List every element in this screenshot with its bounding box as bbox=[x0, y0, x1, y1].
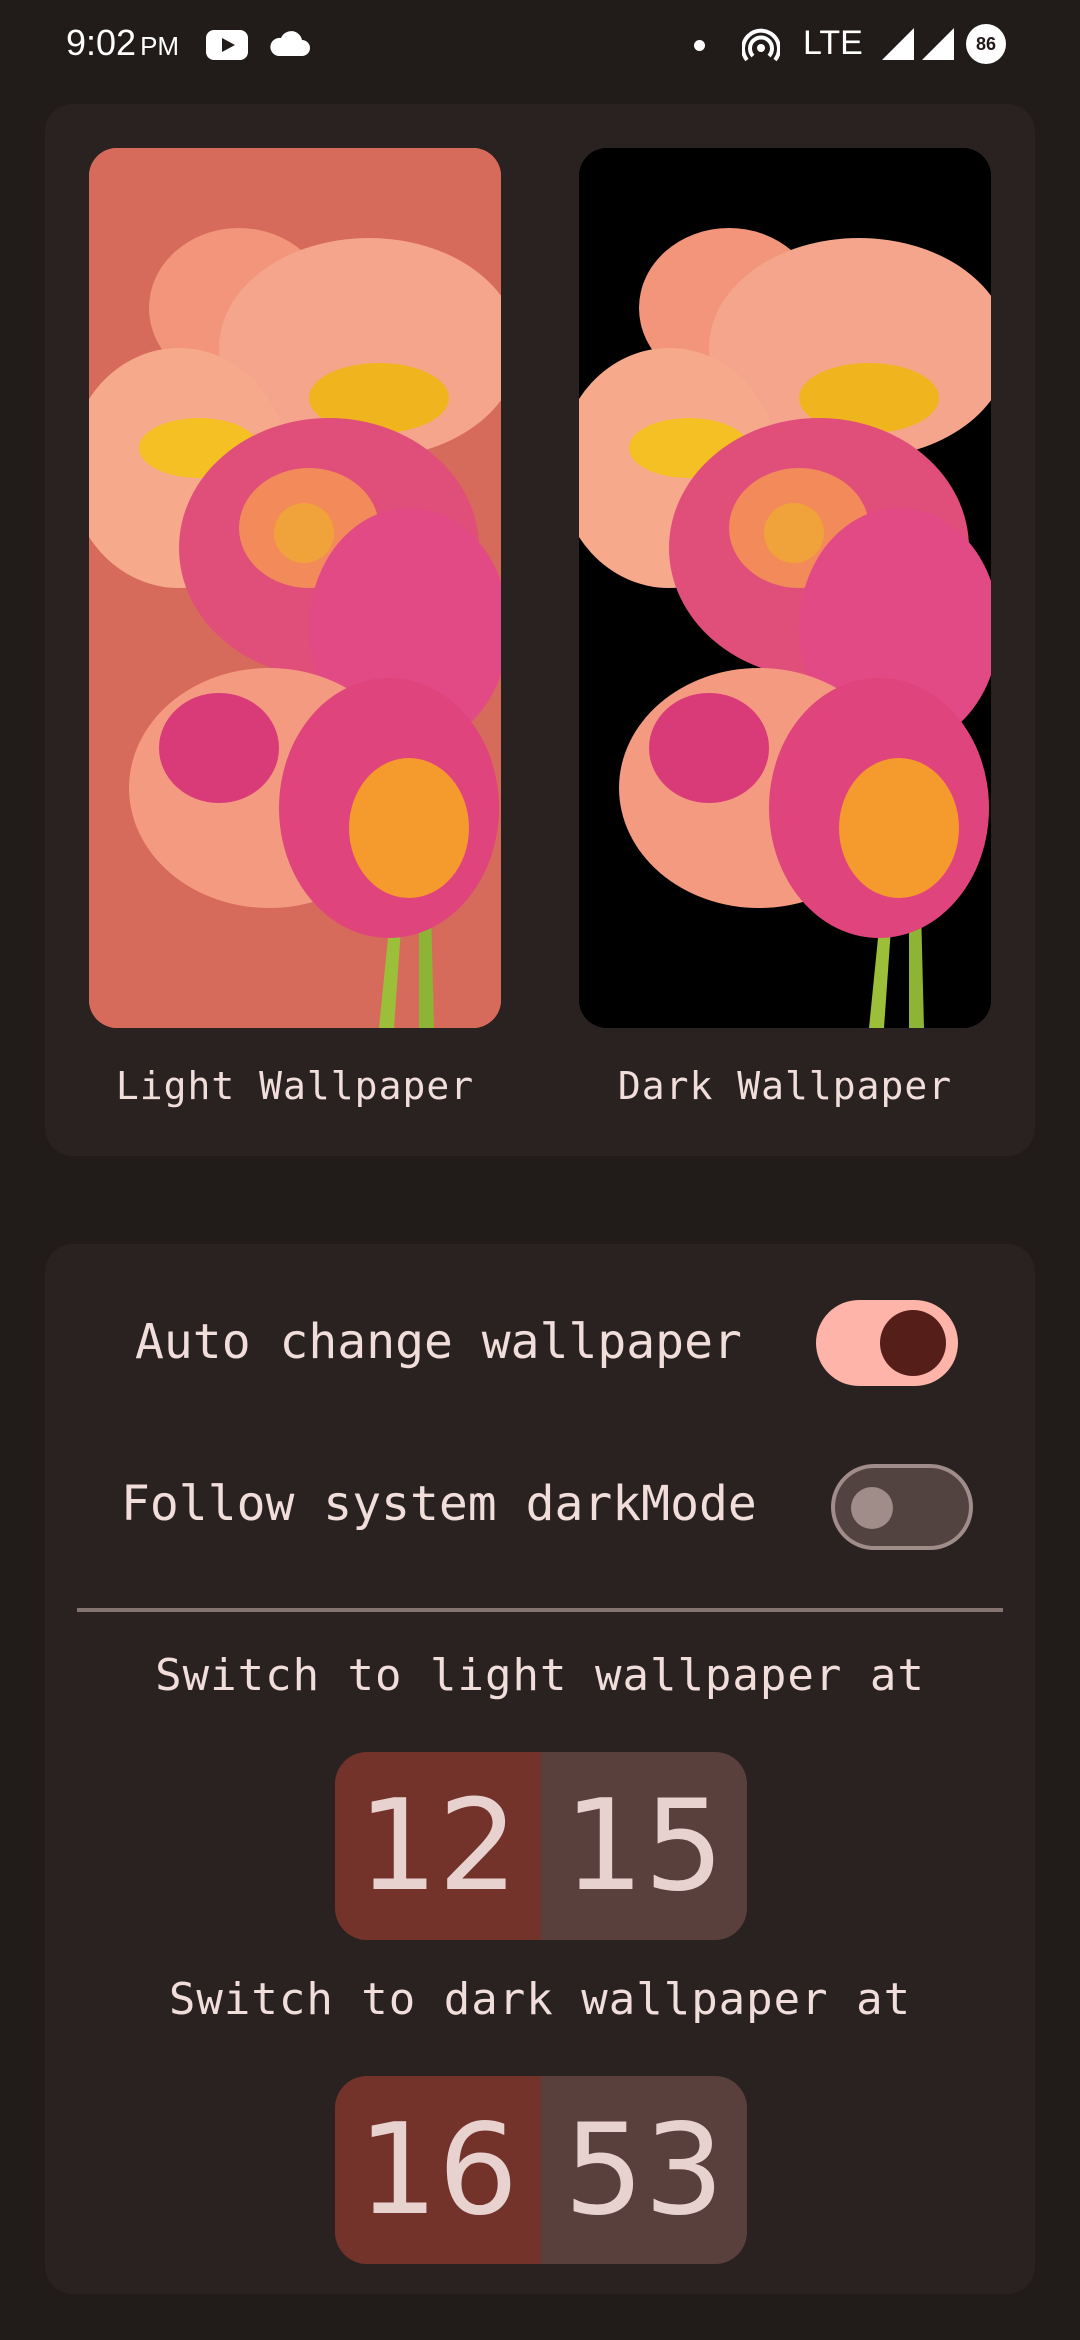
signal-icon bbox=[922, 28, 954, 60]
auto-change-toggle[interactable] bbox=[816, 1300, 958, 1386]
follow-dark-mode-label: Follow system darkMode bbox=[121, 1476, 757, 1532]
light-hour[interactable]: 12 bbox=[335, 1752, 541, 1940]
youtube-icon bbox=[206, 30, 248, 60]
status-time: 9:02 PM bbox=[66, 22, 179, 64]
follow-dark-mode-toggle[interactable] bbox=[831, 1464, 973, 1550]
light-wallpaper-preview[interactable] bbox=[89, 148, 501, 1028]
light-wallpaper-label: Light Wallpaper bbox=[115, 1064, 475, 1108]
status-time-ampm: PM bbox=[140, 31, 180, 61]
dark-minute[interactable]: 53 bbox=[541, 2076, 747, 2264]
divider bbox=[77, 1608, 1003, 1612]
dark-wallpaper-label: Dark Wallpaper bbox=[617, 1064, 953, 1108]
flower-image bbox=[89, 148, 501, 1028]
flower-image bbox=[579, 148, 991, 1028]
dark-time-picker[interactable]: 16 53 bbox=[335, 2076, 747, 2264]
toggle-knob bbox=[880, 1310, 946, 1376]
hotspot-icon bbox=[742, 28, 780, 62]
dark-time-label: Switch to dark wallpaper at bbox=[168, 1974, 912, 2025]
toggle-knob bbox=[851, 1487, 893, 1529]
wallpapers-card: Light Wallpaper Dark Wallpaper bbox=[45, 104, 1035, 1156]
cloud-icon bbox=[270, 31, 310, 56]
light-time-picker[interactable]: 12 15 bbox=[335, 1752, 747, 1940]
dark-hour[interactable]: 16 bbox=[335, 2076, 541, 2264]
signal-icon bbox=[882, 28, 914, 60]
dark-wallpaper-preview[interactable] bbox=[579, 148, 991, 1028]
auto-change-label: Auto change wallpaper bbox=[135, 1314, 742, 1370]
light-time-label: Switch to light wallpaper at bbox=[155, 1650, 925, 1701]
dot-icon bbox=[694, 40, 705, 51]
battery-icon: 86 bbox=[966, 24, 1006, 64]
light-minute[interactable]: 15 bbox=[541, 1752, 747, 1940]
status-bar: 9:02 PM LTE 86 bbox=[0, 0, 1080, 90]
settings-card: Auto change wallpaper Follow system dark… bbox=[45, 1244, 1035, 2294]
network-type: LTE bbox=[803, 24, 863, 62]
status-time-value: 9:02 bbox=[66, 22, 137, 63]
